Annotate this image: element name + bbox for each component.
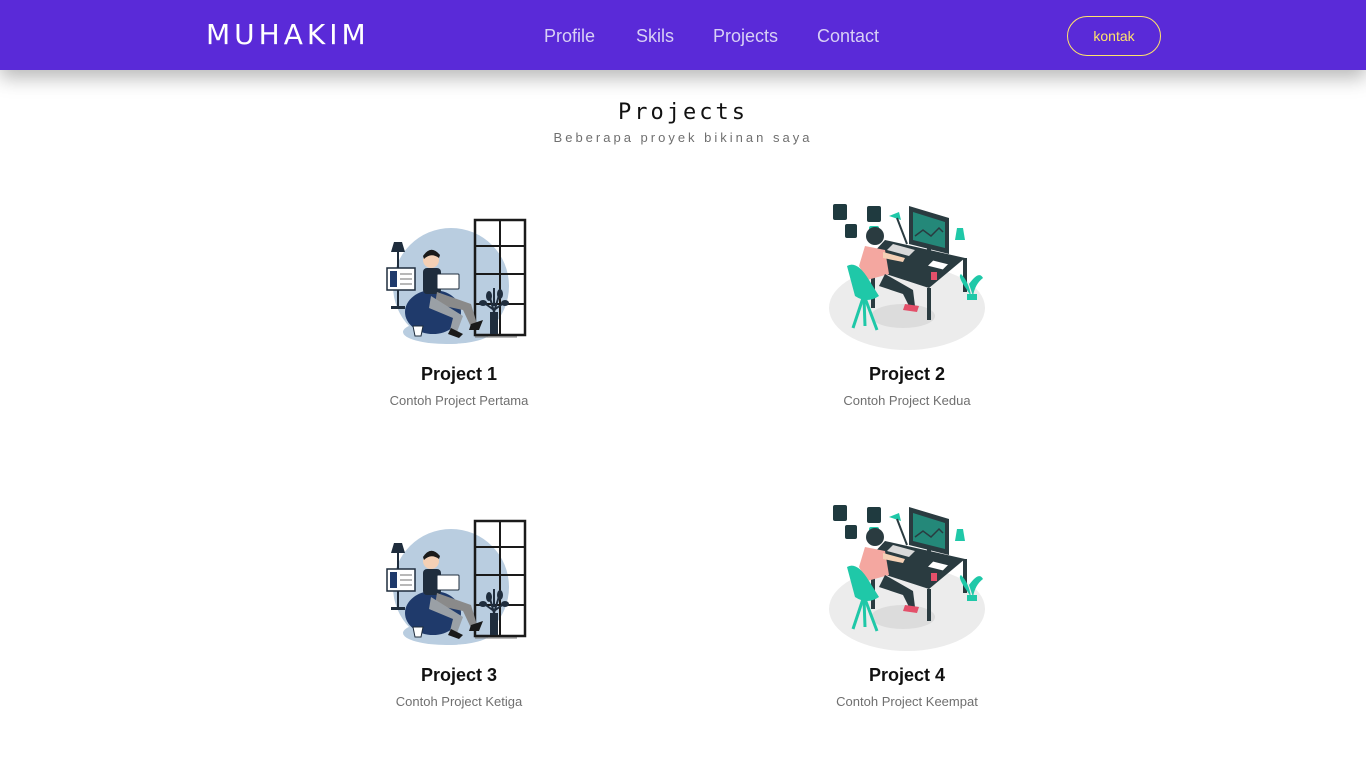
project-description: Contoh Project Keempat [836, 694, 978, 709]
project-description: Contoh Project Ketiga [395, 694, 523, 709]
project-description: Contoh Project Pertama [389, 393, 529, 408]
project-title: Project 1 [420, 364, 498, 384]
kontak-button[interactable]: kontak [1067, 16, 1161, 56]
reading-man-illustration [379, 200, 539, 350]
nav-link-contact[interactable]: Contact [817, 24, 879, 48]
designer-desk-illustration [827, 501, 987, 651]
project-title: Project 4 [868, 665, 946, 685]
section-title: Projects [618, 100, 748, 125]
brand-logo[interactable]: MUHAKIM [206, 17, 370, 53]
project-description: Contoh Project Kedua [843, 393, 971, 408]
designer-desk-illustration [827, 200, 987, 350]
nav-link-profile[interactable]: Profile [544, 24, 595, 48]
reading-man-illustration [379, 501, 539, 651]
project-title: Project 3 [420, 665, 498, 685]
nav-link-projects[interactable]: Projects [713, 24, 778, 48]
project-title: Project 2 [868, 364, 946, 384]
section-subtitle: Beberapa proyek bikinan saya [553, 130, 813, 145]
nav-link-skils[interactable]: Skils [636, 24, 674, 48]
navbar: MUHAKIM Profile Skils Projects Contact k… [0, 0, 1366, 70]
